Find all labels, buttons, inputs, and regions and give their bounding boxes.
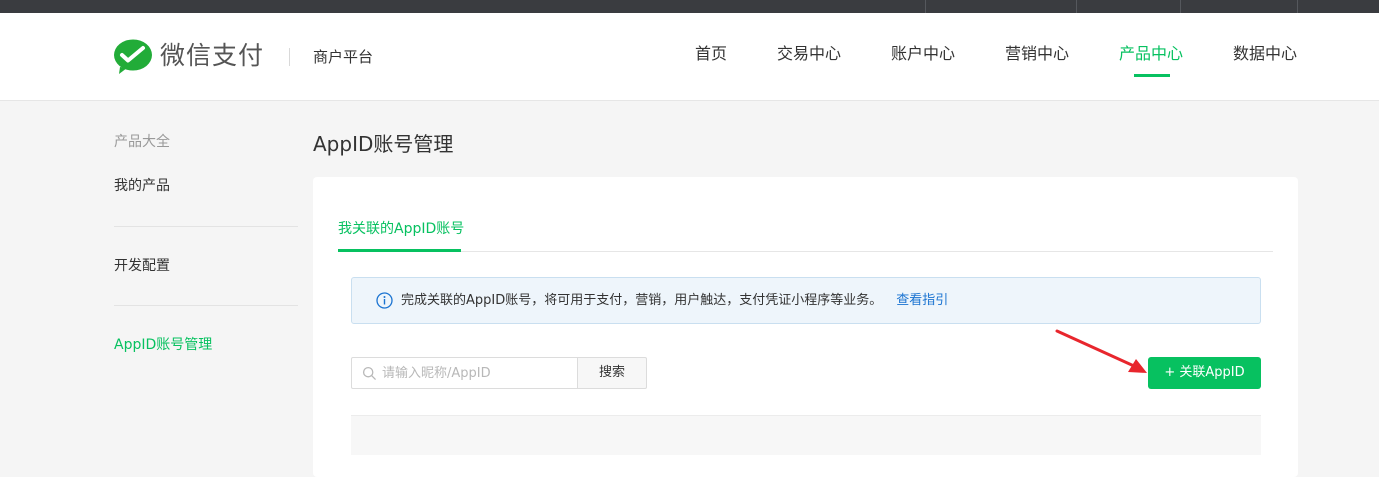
sidebar-group-label: 产品大全 — [114, 134, 170, 150]
sidebar-item-dev-config[interactable]: 开发配置 — [114, 256, 170, 276]
nav-transaction-center[interactable]: 交易中心 — [777, 41, 841, 67]
nav-active-indicator — [1134, 74, 1170, 77]
sidebar-divider — [114, 226, 298, 227]
nav-data-center[interactable]: 数据中心 — [1233, 41, 1297, 67]
add-appid-button[interactable]: + 关联AppID — [1148, 357, 1261, 389]
nav-product-center[interactable]: 产品中心 — [1119, 41, 1183, 67]
tab-linked-appid[interactable]: 我关联的AppID账号 — [338, 219, 464, 239]
nav-marketing-center[interactable]: 营销中心 — [1005, 41, 1069, 67]
search-box[interactable] — [351, 357, 578, 389]
annotation-arrow-icon — [1055, 329, 1147, 373]
nav-account-center[interactable]: 账户中心 — [891, 41, 955, 67]
nav-home[interactable]: 首页 — [695, 41, 727, 67]
sidebar-divider — [114, 305, 298, 306]
top-bar-divider — [925, 0, 926, 13]
top-bar-divider — [1076, 0, 1077, 13]
sidebar-item-my-products[interactable]: 我的产品 — [114, 176, 170, 196]
search-input[interactable] — [382, 359, 572, 387]
wechat-pay-logo-icon[interactable] — [113, 39, 153, 75]
info-message: 完成关联的AppID账号，将可用于支付，营销，用户触达，支付凭证小程序等业务。 — [401, 293, 883, 308]
platform-name: 商户平台 — [313, 48, 374, 66]
top-bar-divider — [1297, 0, 1298, 13]
search-button[interactable]: 搜索 — [577, 357, 647, 389]
guide-link[interactable]: 查看指引 — [896, 293, 948, 308]
info-text-line: 完成关联的AppID账号，将可用于支付，营销，用户触达，支付凭证小程序等业务。查… — [401, 291, 948, 311]
sidebar-item-appid-management[interactable]: AppID账号管理 — [114, 335, 212, 355]
top-system-bar — [0, 0, 1379, 13]
top-bar-divider — [1180, 0, 1181, 13]
info-icon — [376, 292, 393, 309]
info-banner: 完成关联的AppID账号，将可用于支付，营销，用户触达，支付凭证小程序等业务。查… — [351, 277, 1261, 324]
header: 微信支付 商户平台 首页 交易中心 账户中心 营销中心 产品中心 数据中心 — [0, 13, 1379, 101]
search-icon — [362, 366, 376, 380]
page-title: AppID账号管理 — [313, 132, 454, 156]
brand-name[interactable]: 微信支付 — [160, 38, 264, 74]
tab-active-indicator — [338, 249, 461, 252]
tab-baseline — [338, 251, 1273, 252]
brand-divider — [289, 48, 290, 66]
table-header — [351, 415, 1261, 455]
